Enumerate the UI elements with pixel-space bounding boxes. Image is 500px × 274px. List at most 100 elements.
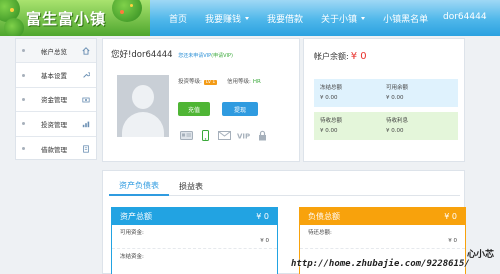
assets-card-header: 资产总额 ¥ 0 <box>112 208 277 225</box>
invest-level-badge: LV 1 <box>203 80 218 85</box>
id-card-icon[interactable] <box>180 130 193 141</box>
watermark: 心小芯 http://home.zhubajie.com/9228615/ <box>291 247 500 274</box>
top-header: 富生富小镇 首页 我要赚钱 我要借款 关于小镇 小镇黑名单 dor64444 <box>0 0 500 36</box>
home-icon <box>82 47 90 55</box>
credit-level-value: HR <box>252 79 261 85</box>
greeting: 您好!dor64444 您还未申请VIP(申请VIP) <box>111 48 233 60</box>
nav-label: 首页 <box>169 14 188 25</box>
nav-earn[interactable]: 我要赚钱 <box>196 12 258 25</box>
watermark-name: 心小芯 <box>466 250 494 260</box>
nav-label: 关于小镇 <box>321 14 358 25</box>
mobile-icon[interactable] <box>199 130 212 141</box>
frozen-total: 冻结总额 ¥ 0.00 <box>320 83 386 103</box>
sidebar-item-settings[interactable]: 基本设置 <box>16 63 96 88</box>
stat-value: ¥ 0.00 <box>386 95 404 101</box>
bullet-icon <box>22 73 25 77</box>
bullet-icon <box>22 122 25 126</box>
invest-level-label: 投资等级: <box>178 79 202 85</box>
stat-label: 冻结总额 <box>320 85 343 91</box>
site-logo: 富生富小镇 <box>26 10 107 28</box>
bullet-icon <box>22 49 25 53</box>
asset-row-label: 可用资金: <box>120 230 144 236</box>
liabilities-card-header: 负债总额 ¥ 0 <box>300 208 465 225</box>
asset-row-value: ¥ 0 <box>260 238 269 244</box>
receivable-total: 待收总额 ¥ 0.00 <box>320 116 386 136</box>
logo-banner[interactable]: 富生富小镇 <box>0 0 150 36</box>
money-icon <box>82 97 90 103</box>
assets-card: 资产总额 ¥ 0 可用资金: ¥ 0 冻结资金: <box>111 207 278 274</box>
balance-card: 帐户余额: ¥ 0 冻结总额 ¥ 0.00 可用余额 ¥ 0.00 待收总额 ¥ 0.0… <box>303 38 465 162</box>
avatar-head-shape <box>132 85 154 109</box>
stat-label: 待收总额 <box>320 118 343 124</box>
watermark-url: http://home.zhubajie.com/9228615/ <box>291 259 470 269</box>
receivable-interest: 待收利息 ¥ 0.00 <box>386 116 452 136</box>
asset-row: 可用资金: ¥ 0 <box>112 225 277 249</box>
avatar[interactable] <box>117 75 169 137</box>
liability-row: 待还总额: ¥ 0 <box>300 225 465 249</box>
tab-balance-sheet[interactable]: 资产负债表 <box>109 176 169 196</box>
vip-status-text: 您还未申请VIP <box>178 53 212 59</box>
sidebar-item-label: 帐户总览 <box>41 47 67 56</box>
greeting-text: 您好!dor64444 <box>111 50 173 60</box>
avatar-body-shape <box>122 112 164 137</box>
assets-title: 资产总额 <box>120 212 152 221</box>
document-icon <box>83 144 89 153</box>
lock-icon[interactable] <box>256 130 269 141</box>
vip-apply-link[interactable]: 您还未申请VIP(申请VIP) <box>178 53 233 59</box>
balance-label: 帐户余额: <box>314 52 349 61</box>
wrench-icon <box>83 72 90 79</box>
flower-decoration <box>130 4 133 7</box>
nav-borrow[interactable]: 我要借款 <box>258 12 312 25</box>
email-icon[interactable] <box>218 130 231 141</box>
chevron-down-icon <box>245 16 250 20</box>
stat-value: ¥ 0.00 <box>320 128 338 134</box>
verification-icons: VIP <box>180 130 269 141</box>
sidebar-item-label: 基本设置 <box>41 72 67 81</box>
account-sidebar: 帐户总览 基本设置 资金管理 投资管理 借款管理 <box>15 38 97 160</box>
nav-label: 我要赚钱 <box>205 14 242 25</box>
asset-row-label: 冻结资金: <box>120 254 144 260</box>
sidebar-item-label: 借款管理 <box>41 145 67 154</box>
sidebar-item-label: 资金管理 <box>41 96 67 105</box>
sidebar-item-funds[interactable]: 资金管理 <box>16 88 96 113</box>
tree-decoration <box>4 18 24 36</box>
liabilities-total: ¥ 0 <box>444 212 457 221</box>
liabilities-title: 负债总额 <box>308 212 340 221</box>
statement-tabs: 资产负债表 损益表 <box>109 176 460 196</box>
stat-value: ¥ 0.00 <box>386 128 404 134</box>
nav-label: 小镇黑名单 <box>383 14 429 25</box>
flower-decoration <box>120 10 124 14</box>
stat-label: 待收利息 <box>386 118 409 124</box>
sidebar-item-investment[interactable]: 投资管理 <box>16 112 96 137</box>
chevron-down-icon <box>361 16 366 20</box>
assets-total: ¥ 0 <box>256 212 269 221</box>
balance-summary-row: 冻结总额 ¥ 0.00 可用余额 ¥ 0.00 <box>314 79 458 107</box>
nav-home[interactable]: 首页 <box>160 12 196 25</box>
stat-value: ¥ 0.00 <box>320 95 338 101</box>
stat-label: 可用余额 <box>386 85 409 91</box>
withdraw-button[interactable]: 提现 <box>222 102 258 116</box>
profile-card: 您好!dor64444 您还未申请VIP(申请VIP) 投资等级: LV 1 信用… <box>102 38 300 162</box>
tab-income-statement[interactable]: 损益表 <box>169 176 213 196</box>
vip-apply-text: (申请VIP) <box>211 53 233 59</box>
main-nav: 首页 我要赚钱 我要借款 关于小镇 小镇黑名单 <box>160 0 437 36</box>
username-link[interactable]: dor64444 <box>443 12 487 22</box>
vip-icon[interactable]: VIP <box>237 130 250 141</box>
chart-icon <box>82 121 90 128</box>
nav-about[interactable]: 关于小镇 <box>312 12 374 25</box>
bullet-icon <box>22 97 25 101</box>
liability-row-label: 待还总额: <box>308 230 332 236</box>
balance-amount: ¥ 0 <box>350 51 367 62</box>
nav-blacklist[interactable]: 小镇黑名单 <box>374 12 437 25</box>
flower-decoration <box>10 8 14 12</box>
liability-row-value: ¥ 0 <box>448 238 457 244</box>
svg-text:VIP: VIP <box>237 133 250 141</box>
recharge-button[interactable]: 充值 <box>178 102 210 116</box>
sidebar-item-loans[interactable]: 借款管理 <box>16 137 96 161</box>
credit-level-label: 信用等级: <box>227 79 251 85</box>
receivable-summary-row: 待收总额 ¥ 0.00 待收利息 ¥ 0.00 <box>314 112 458 140</box>
asset-row: 冻结资金: <box>112 249 277 273</box>
sidebar-item-overview[interactable]: 帐户总览 <box>16 39 96 64</box>
balance-title: 帐户余额: ¥ 0 <box>314 51 367 62</box>
nav-label: 我要借款 <box>267 14 304 25</box>
